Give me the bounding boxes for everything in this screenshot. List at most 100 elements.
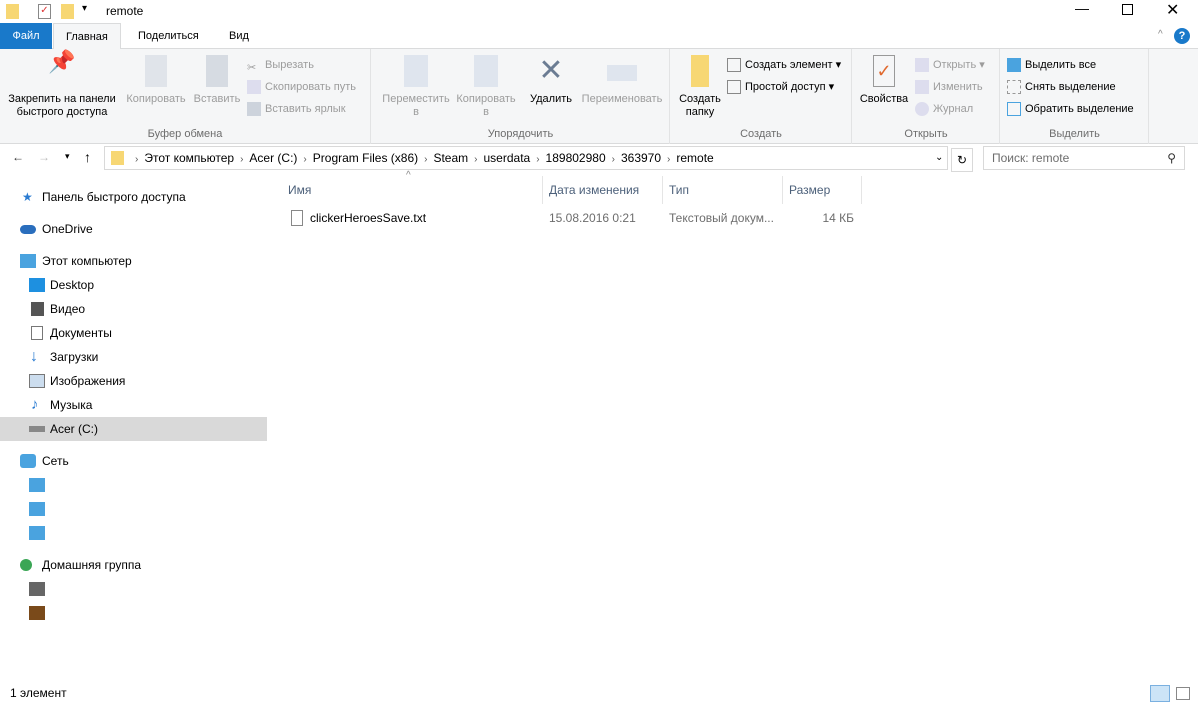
window-title: remote	[106, 4, 144, 18]
computer-icon	[29, 478, 45, 492]
nav-homegroup-user[interactable]	[0, 601, 267, 625]
paste-button[interactable]: Вставить	[190, 55, 244, 106]
invert-selection-button[interactable]: Обратить выделение	[1007, 99, 1134, 119]
collapse-ribbon-icon[interactable]: ^	[1158, 29, 1163, 40]
properties-qa-icon[interactable]: ✓	[38, 4, 51, 19]
open-button[interactable]: Открыть ▾	[915, 55, 985, 75]
search-input[interactable]: Поиск: remote ⚲	[983, 146, 1185, 170]
tab-view[interactable]: Вид	[217, 23, 261, 49]
easy-access-button[interactable]: Простой доступ ▾	[727, 77, 834, 97]
breadcrumb-item[interactable]: Steam	[433, 151, 468, 165]
column-header-size[interactable]: Размер	[783, 176, 862, 204]
open-group-label: Открыть	[904, 128, 948, 140]
edit-button[interactable]: Изменить	[915, 77, 983, 97]
new-group: Создать папку Создать элемент ▾ Простой …	[671, 49, 852, 144]
file-date: 15.08.2016 0:21	[549, 211, 636, 225]
nav-videos[interactable]: Видео	[0, 297, 267, 321]
recent-locations-dropdown[interactable]: ▾	[65, 151, 70, 162]
column-header-type[interactable]: Тип	[663, 176, 783, 204]
nav-homegroup[interactable]: Домашняя группа	[0, 553, 267, 577]
new-item-button[interactable]: Создать элемент ▾	[727, 55, 841, 75]
properties-button[interactable]: ✓ Свойства	[855, 55, 913, 106]
clipboard-group: 📌 Закрепить на панели быстрого доступа Ко…	[0, 49, 371, 144]
nav-pictures[interactable]: Изображения	[0, 369, 267, 393]
help-icon[interactable]: ?	[1174, 28, 1190, 44]
nav-network-computer[interactable]	[0, 473, 267, 497]
customize-qa-dropdown[interactable]: ▾	[82, 3, 87, 14]
nav-downloads[interactable]: ↓ Загрузки	[0, 345, 267, 369]
properties-icon: ✓	[873, 55, 895, 87]
copy-path-button[interactable]: Скопировать путь	[247, 77, 356, 97]
breadcrumb-item[interactable]: Этот компьютер	[144, 151, 234, 165]
move-to-button[interactable]: Переместить в	[378, 55, 454, 119]
select-none-button[interactable]: Снять выделение	[1007, 77, 1116, 97]
nav-quick-access[interactable]: ★ Панель быстрого доступа	[0, 185, 267, 209]
new-folder-icon	[691, 55, 709, 87]
new-group-label: Создать	[740, 128, 782, 140]
back-button[interactable]: ←	[12, 150, 24, 164]
folder-icon	[111, 151, 124, 165]
up-button[interactable]: ↑	[84, 149, 91, 165]
breadcrumb-item[interactable]: userdata	[484, 151, 531, 165]
minimize-button[interactable]: —	[1075, 0, 1095, 16]
nav-this-pc[interactable]: Этот компьютер	[0, 249, 267, 273]
file-size: 14 КБ	[822, 211, 854, 225]
column-header-date[interactable]: Дата изменения	[543, 176, 663, 204]
close-button[interactable]: ✕	[1166, 0, 1179, 20]
nav-network-computer[interactable]	[0, 521, 267, 545]
nav-desktop[interactable]: Desktop	[0, 273, 267, 297]
move-icon	[404, 55, 428, 87]
text-file-icon	[291, 210, 303, 226]
copy-to-button[interactable]: Копировать в	[452, 55, 520, 119]
organize-group-label: Упорядочить	[487, 128, 554, 140]
new-folder-qa-icon[interactable]	[61, 4, 74, 19]
column-header-name[interactable]: Имя	[282, 176, 543, 204]
downloads-icon: ↓	[30, 348, 38, 365]
ribbon-tabs: Файл Главная Поделиться Вид ^ ?	[0, 23, 1198, 50]
large-icons-view-button[interactable]	[1176, 687, 1190, 700]
nav-onedrive[interactable]: OneDrive	[0, 217, 267, 241]
history-button[interactable]: Журнал	[915, 99, 973, 119]
maximize-button[interactable]	[1122, 4, 1133, 15]
rename-button[interactable]: Переименовать	[576, 55, 668, 106]
nav-music[interactable]: ♪ Музыка	[0, 393, 267, 417]
forward-button[interactable]: →	[38, 150, 50, 164]
open-icon	[915, 58, 929, 73]
organize-group: Переместить в Копировать в ✕ Удалить Пере…	[372, 49, 670, 144]
documents-icon	[31, 326, 43, 340]
select-all-button[interactable]: Выделить все	[1007, 55, 1096, 75]
desktop-icon	[29, 278, 45, 292]
file-type: Текстовый докум...	[669, 211, 774, 225]
copy-path-icon	[247, 80, 261, 95]
new-folder-button[interactable]: Создать папку	[675, 55, 725, 119]
breadcrumb-item[interactable]: Program Files (x86)	[313, 151, 418, 165]
scissors-icon: ✂	[247, 62, 257, 75]
video-icon	[31, 302, 44, 316]
nav-documents[interactable]: Документы	[0, 321, 267, 345]
file-row[interactable]: clickerHeroesSave.txt 15.08.2016 0:21 Те…	[282, 207, 862, 229]
pin-quick-access-button[interactable]: 📌 Закрепить на панели быстрого доступа	[2, 49, 122, 119]
nav-homegroup-user[interactable]	[0, 577, 267, 601]
nav-drive-c[interactable]: Acer (C:)	[0, 417, 267, 441]
tab-share[interactable]: Поделиться	[126, 23, 211, 49]
address-dropdown[interactable]: ⌄	[935, 147, 943, 169]
pin-icon: 📌	[48, 49, 76, 74]
network-icon	[20, 454, 36, 468]
address-bar[interactable]: › Этот компьютер › Acer (C:) › Program Files …	[104, 146, 948, 170]
copy-button[interactable]: Копировать	[124, 55, 188, 106]
nav-network[interactable]: Сеть	[0, 449, 267, 473]
cut-button[interactable]: ✂ Вырезать	[247, 55, 314, 75]
delete-button[interactable]: ✕ Удалить	[526, 55, 576, 106]
tab-file[interactable]: Файл	[0, 23, 52, 49]
refresh-button[interactable]: ↻	[951, 148, 973, 172]
breadcrumb-item[interactable]: 189802980	[546, 151, 606, 165]
breadcrumb-item[interactable]: Acer (C:)	[249, 151, 297, 165]
paste-shortcut-button[interactable]: Вставить ярлык	[247, 99, 346, 119]
breadcrumb-item[interactable]: 363970	[621, 151, 661, 165]
open-group: ✓ Свойства Открыть ▾ Изменить Журнал Откр…	[853, 49, 1000, 144]
nav-network-computer[interactable]	[0, 497, 267, 521]
details-view-button[interactable]	[1150, 685, 1170, 702]
select-all-icon	[1007, 58, 1021, 73]
breadcrumb-item[interactable]: remote	[676, 151, 713, 165]
tab-home[interactable]: Главная	[53, 23, 121, 50]
